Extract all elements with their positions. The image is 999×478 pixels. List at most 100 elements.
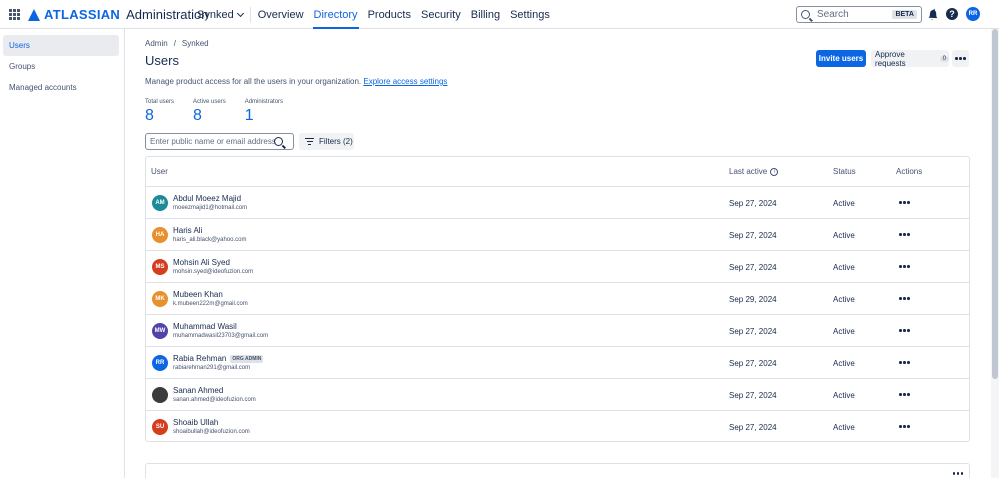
user-email: mohsin.syed@ideofuzion.com <box>173 269 254 275</box>
info-icon[interactable]: i <box>770 167 779 176</box>
atlassian-logo[interactable]: ATLASSIAN Administration <box>28 7 209 22</box>
nav-products[interactable]: Products <box>363 0 416 29</box>
more-options-button[interactable] <box>952 50 969 67</box>
notifications-icon[interactable] <box>926 8 939 21</box>
user-email: haris_ali.black@yahoo.com <box>173 237 247 243</box>
filters-label: Filters (2) <box>319 137 353 146</box>
status-value: Active <box>833 327 855 336</box>
more-dots-icon <box>899 233 902 236</box>
last-active-value: Sep 27, 2024 <box>729 327 777 336</box>
user-email: sanan.ahmed@ideofuzion.com <box>173 397 256 403</box>
status-value: Active <box>833 359 855 368</box>
breadcrumb-admin[interactable]: Admin <box>145 39 168 48</box>
avatar[interactable]: MK <box>152 291 168 307</box>
stat-value: 1 <box>244 107 254 124</box>
more-dots-icon <box>899 265 902 268</box>
user-name[interactable]: Abdul Moeez Majid <box>173 194 241 203</box>
last-active-value: Sep 27, 2024 <box>729 423 777 432</box>
column-last-active[interactable]: Last active i <box>729 167 779 176</box>
global-search-input[interactable]: Search BETA <box>796 6 922 23</box>
table-row[interactable]: MS Mohsin Ali Syed mohsin.syed@ideofuzion.… <box>146 251 969 283</box>
card-more-button[interactable] <box>952 472 963 475</box>
page-description: Manage product access for all the users … <box>145 77 447 86</box>
table-row[interactable]: MW Muhammad Wasil muhammadwasil23703@gmail… <box>146 315 969 347</box>
row-actions-button[interactable] <box>899 297 910 300</box>
nav-security[interactable]: Security <box>416 0 466 29</box>
table-row[interactable]: SU Shoaib Ullah shoaibullah@ideofuzion.com… <box>146 411 969 443</box>
row-actions-button[interactable] <box>899 425 910 428</box>
breadcrumb-org[interactable]: Synked <box>182 39 209 48</box>
user-email: moeezmajid1@hotmail.com <box>173 205 248 211</box>
table-row[interactable]: MK Mubeen Khan k.mubeen222m@gmail.com Sep 2… <box>146 283 969 315</box>
user-name[interactable]: Haris Ali <box>173 226 202 235</box>
table-header: User Last active i Status Actions <box>146 157 969 187</box>
approve-requests-button[interactable]: Approve requests 0 <box>871 50 949 68</box>
row-actions-button[interactable] <box>899 233 910 236</box>
users-table: User Last active i Status Actions AM Abdu… <box>145 156 970 442</box>
avatar[interactable]: RR <box>152 355 168 371</box>
row-actions-button[interactable] <box>899 201 910 204</box>
last-active-value: Sep 27, 2024 <box>729 263 777 272</box>
row-actions-button[interactable] <box>899 361 910 364</box>
description-text: Manage product access for all the users … <box>145 77 362 86</box>
org-name: Synked <box>197 8 234 21</box>
stat-label: Active users <box>193 99 226 105</box>
user-name[interactable]: Rabia Rehman <box>173 354 226 363</box>
table-row[interactable]: HA Haris Ali haris_ali.black@yahoo.com Sep … <box>146 219 969 251</box>
stat-administrators: Administrators 1 <box>245 99 283 125</box>
table-row[interactable]: Sanan Ahmed sanan.ahmed@ideofuzion.com Sep… <box>146 379 969 411</box>
user-name-cell: Muhammad Wasil <box>173 322 237 331</box>
beta-badge: BETA <box>892 10 917 19</box>
row-actions-button[interactable] <box>899 265 910 268</box>
status-value: Active <box>833 199 855 208</box>
nav-directory[interactable]: Directory <box>309 0 363 29</box>
avatar[interactable]: AM <box>152 195 168 211</box>
user-search-input[interactable]: Enter public name or email address <box>145 133 294 150</box>
nav-overview[interactable]: Overview <box>253 0 309 29</box>
column-last-active-label: Last active <box>729 167 768 176</box>
app-switcher-icon[interactable] <box>9 9 20 20</box>
column-status[interactable]: Status <box>833 167 856 176</box>
status-value: Active <box>833 423 855 432</box>
org-switcher[interactable]: Synked <box>192 0 248 29</box>
filters-button[interactable]: Filters (2) <box>299 133 354 150</box>
user-name-cell: Shoaib Ullah <box>173 418 218 427</box>
avatar[interactable]: MW <box>152 323 168 339</box>
user-name[interactable]: Shoaib Ullah <box>173 418 218 427</box>
user-name[interactable]: Sanan Ahmed <box>173 386 223 395</box>
table-row[interactable]: RR Rabia Rehman ORG ADMIN rabiarehman291@gm… <box>146 347 969 379</box>
user-name-cell: Haris Ali <box>173 226 202 235</box>
status-value: Active <box>833 231 855 240</box>
user-search-placeholder: Enter public name or email address <box>150 137 276 146</box>
column-user[interactable]: User <box>151 167 168 176</box>
sidebar-item-groups[interactable]: Groups <box>3 56 119 77</box>
invite-users-button[interactable]: Invite users <box>816 50 866 67</box>
nav-settings[interactable]: Settings <box>505 0 555 29</box>
user-name-cell: Rabia Rehman ORG ADMIN <box>173 354 264 363</box>
top-navigation-bar: ATLASSIAN Administration Synked Overview… <box>0 0 999 29</box>
stat-value: 8 <box>145 107 154 124</box>
user-name[interactable]: Muhammad Wasil <box>173 322 237 331</box>
avatar[interactable]: SU <box>152 419 168 435</box>
nav-billing[interactable]: Billing <box>466 0 505 29</box>
user-name[interactable]: Mubeen Khan <box>173 290 223 299</box>
help-icon[interactable]: ? <box>946 8 958 20</box>
sidebar-item-users[interactable]: Users <box>3 35 119 56</box>
table-row[interactable]: AM Abdul Moeez Majid moeezmajid1@hotmail.c… <box>146 187 969 219</box>
profile-avatar[interactable]: RR <box>966 7 980 21</box>
sidebar-item-managed-accounts[interactable]: Managed accounts <box>3 77 119 98</box>
row-actions-button[interactable] <box>899 393 910 396</box>
page-scrollbar[interactable] <box>991 29 999 478</box>
user-name[interactable]: Mohsin Ali Syed <box>173 258 230 267</box>
avatar[interactable]: HA <box>152 227 168 243</box>
filter-icon <box>305 137 314 146</box>
explore-access-settings-link[interactable]: Explore access settings <box>363 77 447 86</box>
row-actions-button[interactable] <box>899 329 910 332</box>
avatar[interactable] <box>152 387 168 403</box>
avatar[interactable]: MS <box>152 259 168 275</box>
user-name-cell: Sanan Ahmed <box>173 386 223 395</box>
brand-name: ATLASSIAN <box>44 7 121 22</box>
search-placeholder: Search <box>817 9 849 20</box>
scrollbar-thumb[interactable] <box>992 29 998 379</box>
more-dots-icon <box>899 329 902 332</box>
